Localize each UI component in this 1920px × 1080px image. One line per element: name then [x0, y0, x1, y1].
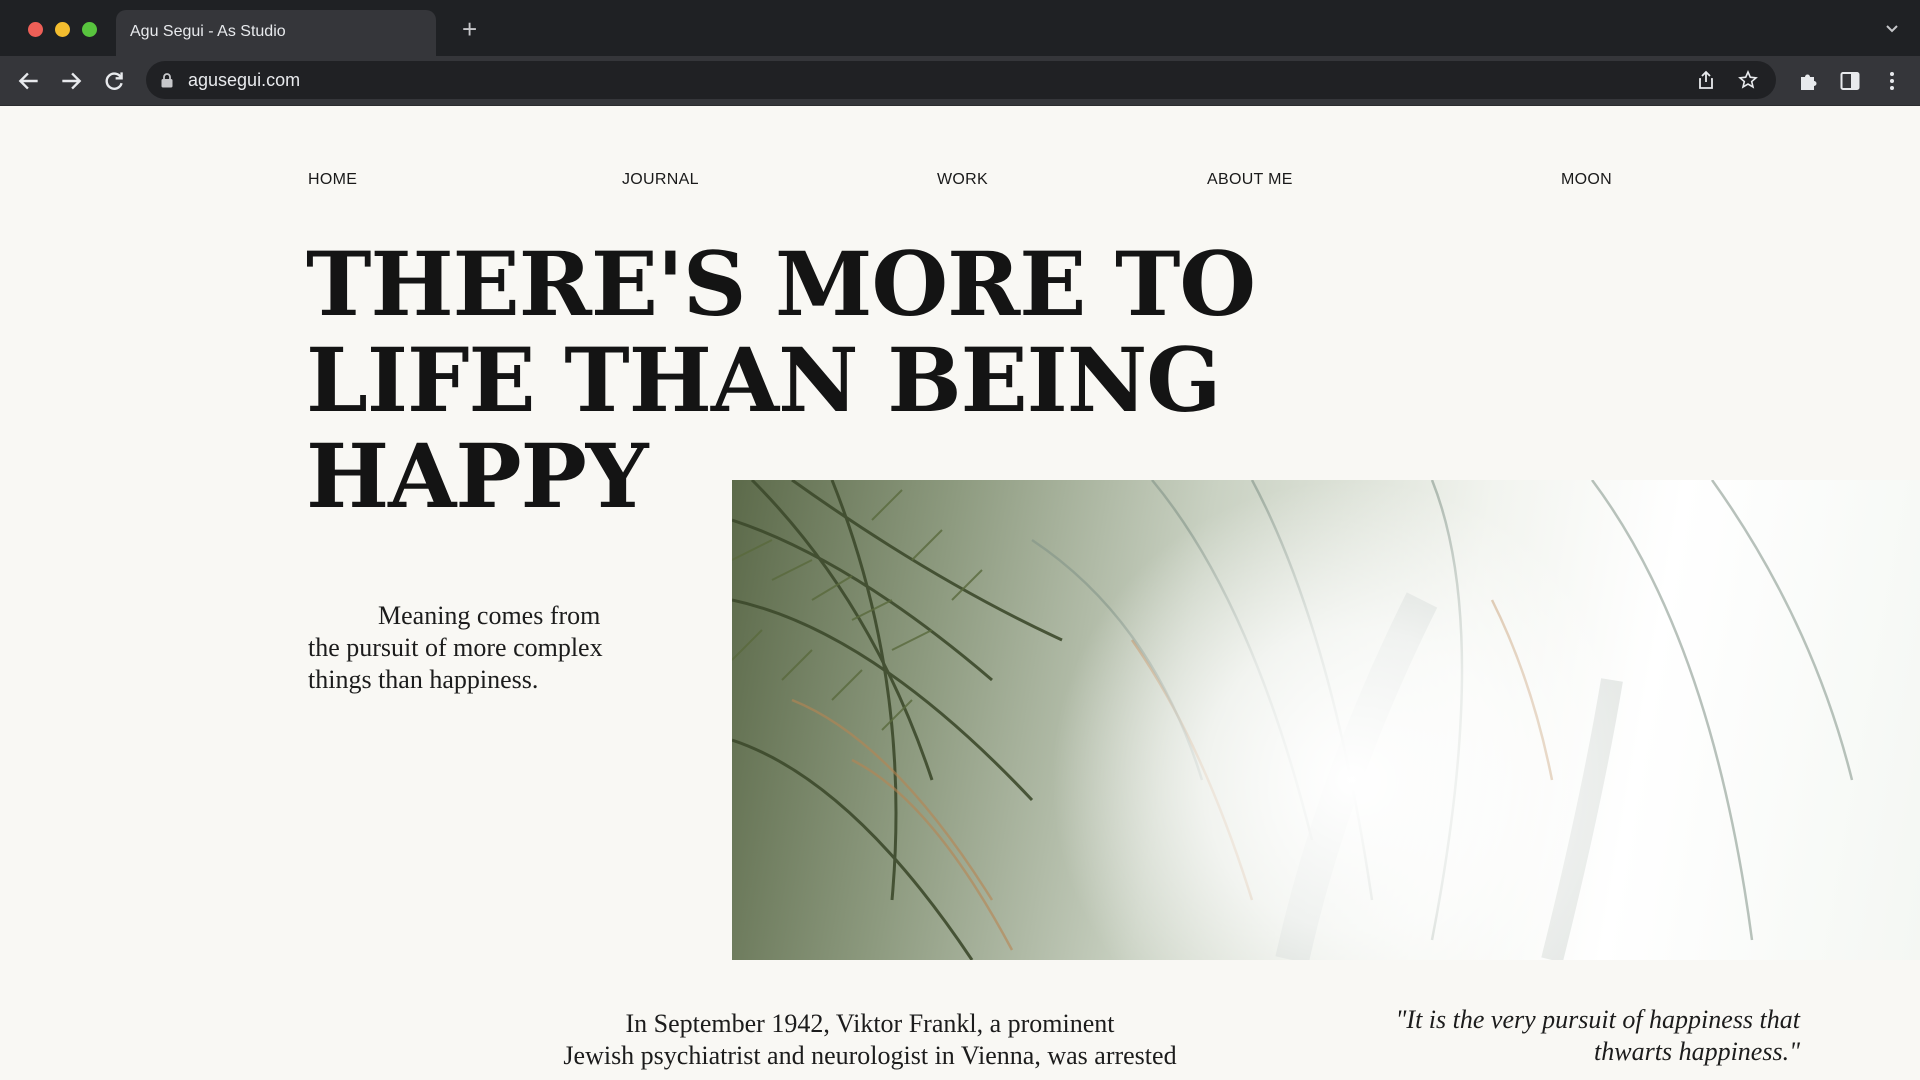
nav-link-journal[interactable]: JOURNAL — [622, 171, 699, 189]
star-icon[interactable] — [1738, 70, 1758, 90]
palm-trees-hero-image — [732, 480, 1920, 960]
headline-line: LIFE THAN BEING — [306, 328, 1221, 432]
forward-arrow-icon[interactable] — [58, 68, 84, 94]
web-page: HOME JOURNAL WORK ABOUT ME MOON THERE'S … — [0, 106, 1920, 1080]
palm-fronds-illustration — [732, 480, 1854, 960]
close-window-button[interactable] — [28, 22, 43, 37]
article-line: In September 1942, Viktor Frankl, a prom… — [625, 1009, 1115, 1038]
browser-tab-bar: Agu Segui - As Studio + — [0, 0, 1920, 56]
address-bar[interactable]: agusegui.com — [146, 61, 1776, 99]
article-intro: In September 1942, Viktor Frankl, a prom… — [520, 1008, 1220, 1072]
headline-line: THERE'S MORE TO — [306, 232, 1256, 336]
new-tab-button[interactable]: + — [462, 16, 477, 42]
browser-tab[interactable]: Agu Segui - As Studio — [116, 10, 436, 56]
nav-link-about-me[interactable]: ABOUT ME — [1207, 171, 1293, 189]
article-line: Jewish psychiatrist and neurologist in V… — [563, 1041, 1177, 1070]
nav-link-work[interactable]: WORK — [937, 171, 988, 189]
back-arrow-icon[interactable] — [16, 68, 42, 94]
hero-subtext: Meaning comes from the pursuit of more c… — [308, 601, 603, 694]
reload-icon[interactable] — [101, 68, 127, 94]
pull-quote: "It is the very pursuit of happiness tha… — [1395, 1005, 1801, 1066]
chevron-down-icon[interactable] — [1884, 20, 1900, 36]
browser-toolbar: agusegui.com — [0, 56, 1920, 106]
minimize-window-button[interactable] — [55, 22, 70, 37]
more-menu-icon[interactable] — [1881, 70, 1903, 92]
extensions-puzzle-icon[interactable] — [1797, 70, 1819, 92]
tab-title: Agu Segui - As Studio — [130, 23, 286, 40]
lock-icon[interactable] — [160, 73, 174, 88]
side-panel-icon[interactable] — [1839, 70, 1861, 92]
share-icon[interactable] — [1696, 70, 1716, 90]
maximize-window-button[interactable] — [82, 22, 97, 37]
nav-link-home[interactable]: HOME — [308, 171, 357, 189]
nav-link-moon[interactable]: MOON — [1561, 171, 1612, 189]
url-text[interactable]: agusegui.com — [188, 70, 300, 91]
